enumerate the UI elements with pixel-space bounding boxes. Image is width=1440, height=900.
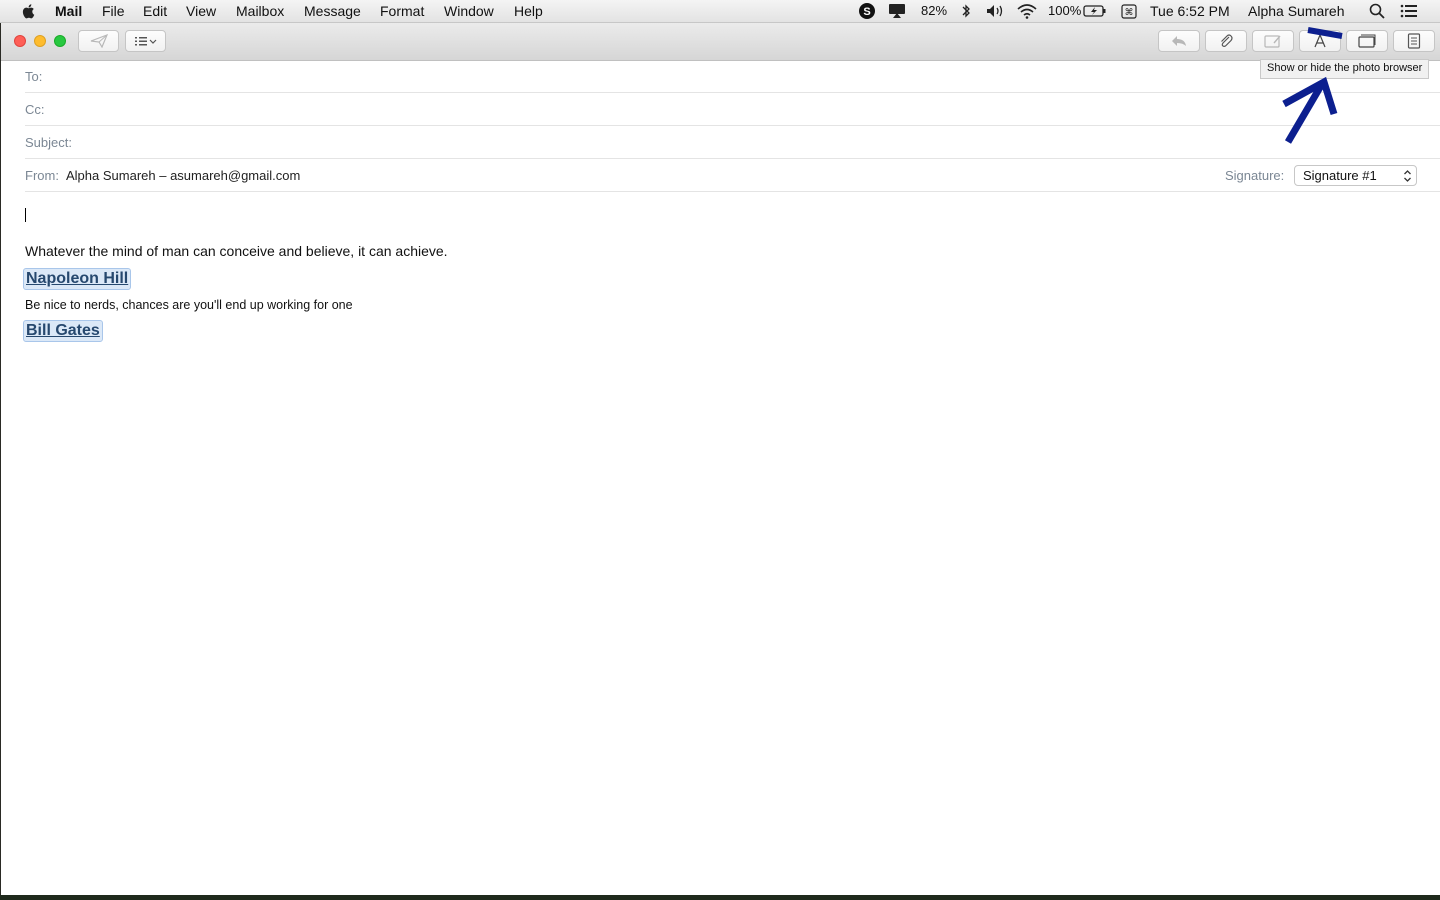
toolbar: [1, 23, 1440, 61]
stationery-icon: [1407, 33, 1421, 49]
spotlight-search-icon[interactable]: [1368, 2, 1386, 20]
author-link-1[interactable]: Napoleon Hill: [23, 268, 132, 290]
menu-app-mail[interactable]: Mail: [55, 3, 82, 19]
photo-browser-icon: [1358, 34, 1376, 48]
quote-2: Be nice to nerds, chances are you'll end…: [25, 298, 353, 312]
to-label: To:: [25, 69, 43, 84]
minimize-window-button[interactable]: [34, 35, 46, 47]
stationery-button[interactable]: [1393, 30, 1435, 52]
paperclip-icon: [1221, 34, 1233, 47]
from-account[interactable]: Alpha Sumareh – asumareh@gmail.com: [66, 168, 300, 183]
cc-label: Cc:: [25, 102, 45, 117]
menu-window[interactable]: Window: [444, 3, 494, 19]
svg-text:⌘: ⌘: [1125, 8, 1134, 18]
from-row: From: Alpha Sumareh – asumareh@gmail.com…: [25, 159, 1440, 192]
author-link-2[interactable]: Bill Gates: [23, 320, 103, 342]
menu-help[interactable]: Help: [514, 3, 543, 19]
signature-select[interactable]: Signature #1: [1294, 165, 1417, 186]
user-name[interactable]: Alpha Sumareh: [1248, 3, 1345, 19]
menu-edit[interactable]: Edit: [143, 3, 167, 19]
signature-value: Signature #1: [1303, 168, 1377, 183]
paper-plane-icon: [90, 34, 108, 48]
subject-field[interactable]: Subject:: [25, 126, 1440, 159]
notification-center-icon[interactable]: [1399, 2, 1419, 20]
bluetooth-icon[interactable]: [960, 2, 972, 20]
volume-icon[interactable]: [985, 2, 1007, 20]
menu-format[interactable]: Format: [380, 3, 424, 19]
attach-button[interactable]: [1205, 30, 1247, 52]
command-key-icon[interactable]: ⌘: [1120, 2, 1138, 20]
list-dropdown-icon: [134, 37, 156, 46]
zoom-window-button[interactable]: [54, 35, 66, 47]
subject-label: Subject:: [25, 135, 72, 150]
menu-mailbox[interactable]: Mailbox: [236, 3, 284, 19]
compose-window: To: Cc: Subject: From: Alpha Sumareh – a…: [1, 23, 1440, 895]
reply-button[interactable]: [1158, 30, 1200, 52]
photo-browser-button[interactable]: [1346, 30, 1388, 52]
close-window-button[interactable]: [14, 35, 26, 47]
menu-bar: Mail File Edit View Mailbox Message Form…: [0, 0, 1440, 23]
cc-field[interactable]: Cc:: [25, 93, 1440, 126]
header-fields-button[interactable]: [125, 30, 166, 52]
skype-icon[interactable]: S: [858, 2, 876, 20]
battery-charging-icon[interactable]: [1083, 2, 1107, 20]
menu-message[interactable]: Message: [304, 3, 361, 19]
select-arrows-icon: [1404, 170, 1411, 182]
apple-logo-icon[interactable]: [20, 2, 38, 20]
annotation-arrow-icon: [1282, 27, 1343, 144]
menu-file[interactable]: File: [102, 3, 125, 19]
volume-percent: 82%: [921, 3, 948, 18]
airplay-display-icon[interactable]: [887, 2, 907, 20]
signature-label: Signature:: [1225, 168, 1285, 183]
from-label: From:: [25, 168, 59, 183]
reply-arrow-icon: [1172, 36, 1186, 46]
desktop-edge: [0, 895, 1440, 900]
send-button[interactable]: [78, 30, 119, 52]
menu-view[interactable]: View: [186, 3, 216, 19]
battery-percent: 100%: [1048, 3, 1082, 18]
quote-1: Whatever the mind of man can conceive an…: [25, 243, 448, 259]
wifi-icon[interactable]: [1016, 2, 1038, 20]
text-cursor: [25, 208, 26, 222]
clock[interactable]: Tue 6:52 PM: [1150, 3, 1230, 19]
svg-text:S: S: [863, 6, 870, 18]
to-field[interactable]: To:: [25, 60, 1440, 93]
